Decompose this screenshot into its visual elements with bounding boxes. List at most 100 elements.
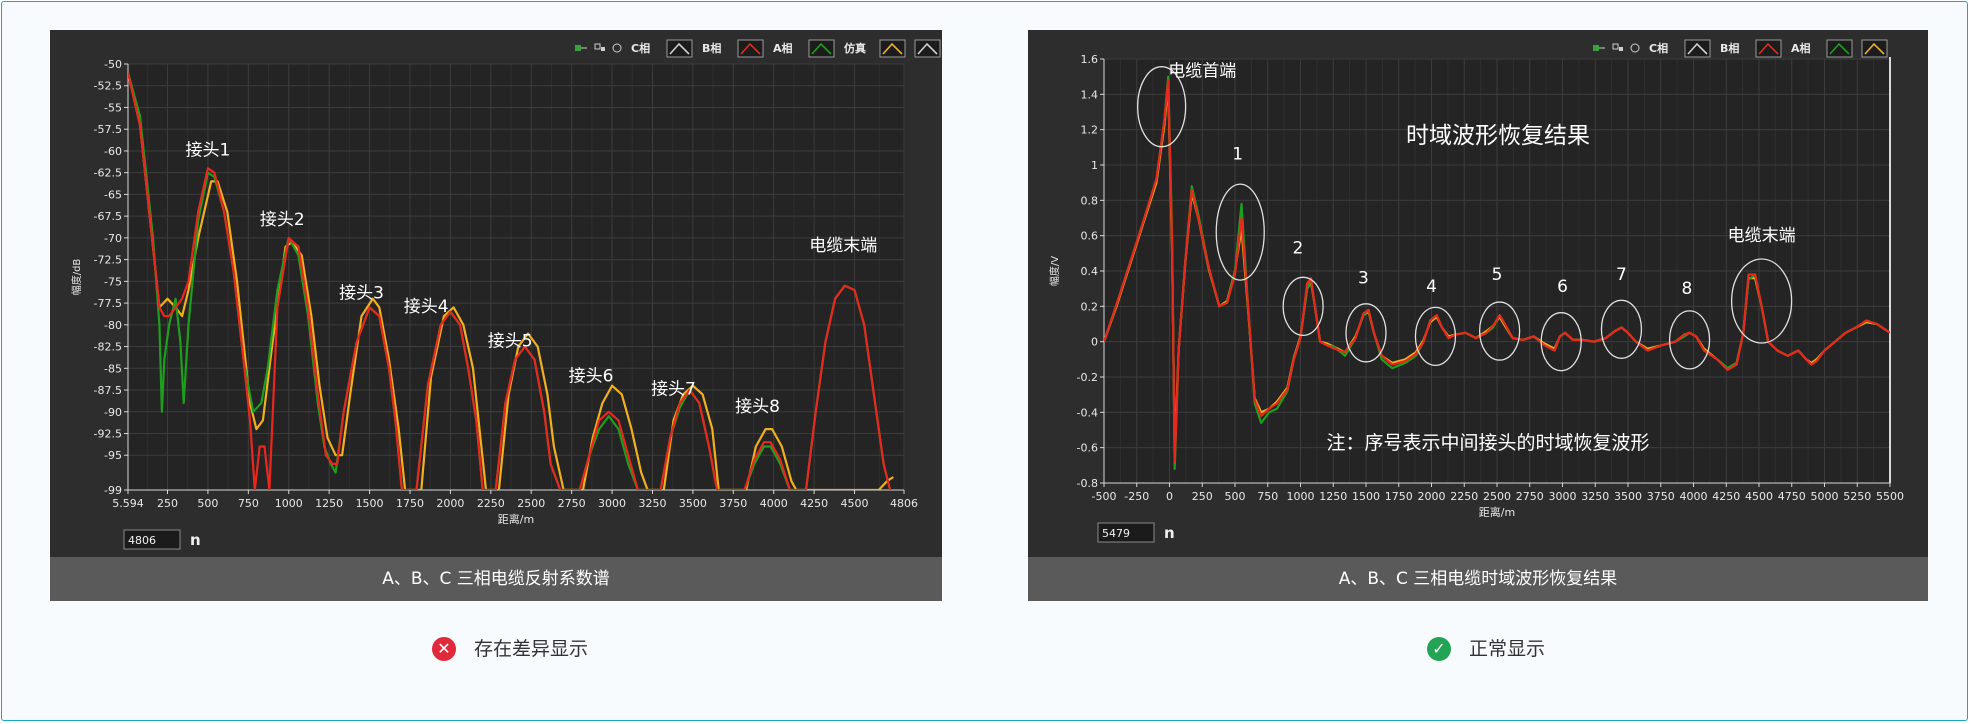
annotation-label: 1 (1232, 145, 1243, 165)
distance-input-value: 5479 (1102, 527, 1130, 540)
x-tick-label: 4500 (841, 497, 869, 510)
annotation-label: 3 (1358, 268, 1369, 288)
legend-swatch-box (1684, 39, 1711, 58)
x-tick-label: 500 (1225, 490, 1246, 503)
y-tick-label: -87.5 (94, 384, 122, 397)
distance-unit: n (1164, 524, 1175, 542)
chart-note: 注：序号表示中间接头的时域恢复波形 (1326, 432, 1649, 454)
annotation-label: 电缆末端 (1728, 226, 1796, 246)
x-tick-label: 1250 (1319, 490, 1347, 503)
y-tick-label: -52.5 (94, 80, 122, 93)
x-tick-label: 5250 (1843, 490, 1871, 503)
annotation-label: 2 (1292, 238, 1303, 258)
y-tick-label: -82.5 (94, 341, 122, 354)
page-frame: 5.594 250 500 750 1000 1250 1500 1750 2000 2250 25… (1, 1, 1968, 721)
legend-label: C相 (631, 41, 650, 55)
x-tick-label: 2250 (1450, 490, 1478, 503)
legend-label: B相 (1720, 41, 1739, 55)
legend-label: A相 (1791, 41, 1811, 55)
panel-caption: A、B、C 三相电缆时域波形恢复结果 (1028, 557, 1928, 601)
x-tick-label: 2500 (1483, 490, 1511, 503)
x-tick-label: 2750 (558, 497, 586, 510)
y-tick-label: -77.5 (94, 297, 122, 310)
x-axis-label: 距离/m (498, 512, 534, 526)
annotation-label: 8 (1682, 279, 1693, 299)
y-tick-label: 0.8 (1081, 194, 1099, 207)
x-tick-label: 3000 (598, 497, 626, 510)
y-tick-label: -80 (104, 319, 122, 332)
y-tick-label: -95 (104, 449, 122, 462)
x-tick-label: 2500 (517, 497, 545, 510)
zoom-tool-icon (601, 47, 605, 51)
annotation-label: 接头5 (488, 332, 533, 352)
y-tick-label: -0.2 (1077, 371, 1098, 384)
x-tick-label: 250 (1192, 490, 1213, 503)
x-tick-label: 0 (1166, 490, 1173, 503)
y-tick-label: -55 (104, 101, 122, 114)
x-tick-label: 5000 (1811, 490, 1839, 503)
panel-caption: A、B、C 三相电缆反射系数谱 (50, 557, 942, 601)
x-tick-label: 4250 (1712, 490, 1740, 503)
x-tick-label: 2000 (436, 497, 464, 510)
cursor-tool-icon (575, 45, 581, 51)
y-tick-label: -0.8 (1077, 477, 1098, 490)
plot-area (128, 64, 904, 490)
x-tick-label: 3000 (1549, 490, 1577, 503)
x-tick-label: 750 (238, 497, 259, 510)
y-tick-label: -62.5 (94, 167, 122, 180)
y-axis-label: 幅度/dB (70, 259, 83, 296)
legend-label: 仿真 (844, 41, 866, 55)
status-label: 存在差异显示 (474, 638, 589, 660)
y-tick-label: -65 (104, 188, 122, 201)
legend-swatch-box (737, 39, 764, 58)
legend-swatch-box (666, 39, 693, 58)
x-tick-label: 3250 (638, 497, 666, 510)
x-tick-label: 3500 (679, 497, 707, 510)
x-tick-label: 3500 (1614, 490, 1642, 503)
x-tick-label: 2000 (1418, 490, 1446, 503)
x-tick-label: 1500 (356, 497, 384, 510)
legend-label: C相 (1649, 41, 1668, 55)
annotation-label: 7 (1616, 265, 1627, 285)
zoom-tool-icon (1619, 47, 1623, 51)
y-tick-label: -50 (104, 58, 122, 71)
x-tick-label: 4750 (1778, 490, 1806, 503)
y-tick-label: -92.5 (94, 427, 122, 440)
x-tick-label: 250 (157, 497, 178, 510)
y-tick-label: -75 (104, 275, 122, 288)
x-tick-label: 4806 (890, 497, 918, 510)
x-tick-label: 3250 (1581, 490, 1609, 503)
y-axis-label: 幅度/V (1048, 256, 1061, 286)
y-tick-label: -60 (104, 145, 122, 158)
status-difference: ✕ 存在差异显示 (432, 634, 588, 664)
x-tick-label: 750 (1257, 490, 1278, 503)
error-x-icon: ✕ (432, 637, 456, 661)
y-tick-label: -90 (104, 406, 122, 419)
y-tick-label: 1.6 (1081, 53, 1099, 66)
distance-unit: n (190, 531, 201, 549)
y-tick-label: -99 (104, 484, 122, 497)
x-tick-label: 1750 (1385, 490, 1413, 503)
legend-label: B相 (702, 41, 721, 55)
annotation-label: 5 (1492, 265, 1503, 285)
x-tick-label: 5.594 (112, 497, 144, 510)
annotation-label: 接头8 (735, 397, 780, 417)
x-tick-label: 500 (197, 497, 218, 510)
x-tick-label: 5500 (1876, 490, 1904, 503)
cursor-tool-icon (1593, 45, 1599, 51)
x-tick-label: 1500 (1352, 490, 1380, 503)
annotation-label: 接头2 (260, 210, 305, 230)
y-tick-label: -67.5 (94, 210, 122, 223)
legend-swatch-box (879, 39, 906, 58)
x-tick-label: -500 (1092, 490, 1117, 503)
status-label: 正常显示 (1469, 638, 1546, 660)
check-icon: ✓ (1427, 637, 1451, 661)
y-tick-label: 0.4 (1081, 265, 1099, 278)
y-tick-label: 1.2 (1081, 124, 1099, 137)
time-domain-panel: -500 -250 0 250 500 750 1000 1250 1500 1750 2000 22… (1028, 30, 1928, 602)
distance-input-value: 4806 (128, 534, 156, 547)
annotation-label: 4 (1426, 277, 1437, 297)
time-domain-chart: -500 -250 0 250 500 750 1000 1250 1500 1750 2000 22… (1028, 30, 1928, 557)
status-normal: ✓ 正常显示 (1427, 634, 1545, 664)
annotation-label: 接头1 (186, 140, 231, 160)
